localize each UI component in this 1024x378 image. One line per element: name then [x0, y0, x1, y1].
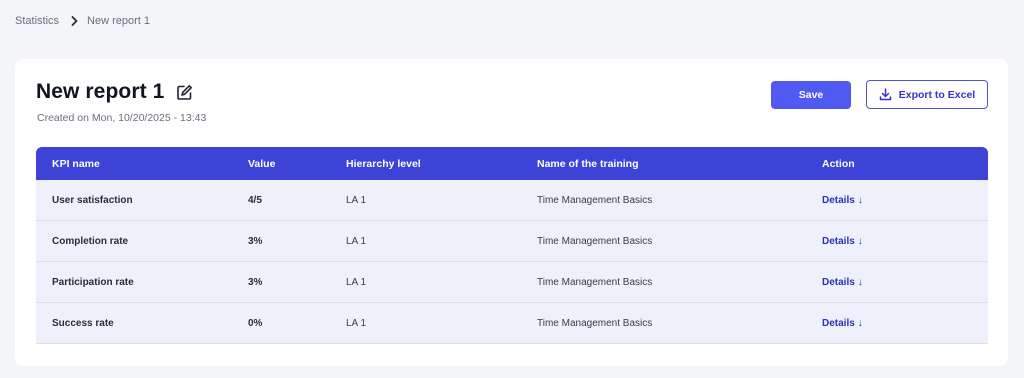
table-row: User satisfaction 4/5 LA 1 Time Manageme… — [36, 180, 988, 221]
pencil-square-icon — [177, 84, 192, 100]
table-row: Success rate 0% LA 1 Time Management Bas… — [36, 303, 988, 344]
hierarchy-level-cell: LA 1 — [346, 317, 367, 329]
column-header-action: Action — [822, 157, 855, 170]
column-header-value: Value — [248, 157, 276, 170]
value-cell: 0% — [248, 317, 263, 329]
table-row: Participation rate 3% LA 1 Time Manageme… — [36, 262, 988, 303]
details-link[interactable]: Details ↓ — [822, 236, 863, 247]
save-button[interactable]: Save — [771, 81, 851, 109]
details-label: Details — [822, 276, 855, 288]
kpi-table: KPI name Value Hierarchy level Name of t… — [36, 147, 988, 344]
table-header: KPI name Value Hierarchy level Name of t… — [36, 147, 988, 180]
training-name-cell: Time Management Basics — [537, 194, 653, 206]
kpi-name-cell: User satisfaction — [52, 194, 133, 206]
page-title: New report 1 — [36, 80, 165, 103]
details-link[interactable]: Details ↓ — [822, 195, 863, 206]
training-name-cell: Time Management Basics — [537, 317, 653, 329]
report-card: New report 1 Created on Mon, 10/20/2025 … — [15, 59, 1008, 366]
download-icon — [879, 88, 892, 101]
training-name-cell: Time Management Basics — [537, 276, 653, 288]
details-label: Details — [822, 235, 855, 247]
column-header-training-name: Name of the training — [537, 157, 639, 170]
arrow-down-icon: ↓ — [857, 317, 863, 329]
created-timestamp: Created on Mon, 10/20/2025 - 13:43 — [37, 112, 207, 124]
details-label: Details — [822, 317, 855, 329]
breadcrumb: Statistics New report 1 — [15, 15, 150, 27]
details-label: Details — [822, 194, 855, 206]
arrow-down-icon: ↓ — [857, 235, 863, 247]
training-name-cell: Time Management Basics — [537, 235, 653, 247]
edit-title-button[interactable] — [175, 83, 193, 101]
details-link[interactable]: Details ↓ — [822, 277, 863, 288]
action-cell: Details ↓ — [822, 277, 988, 288]
hierarchy-level-cell: LA 1 — [346, 194, 367, 206]
breadcrumb-current: New report 1 — [87, 15, 150, 27]
export-to-excel-button[interactable]: Export to Excel — [866, 80, 988, 109]
column-header-hierarchy-level: Hierarchy level — [346, 157, 421, 170]
action-cell: Details ↓ — [822, 195, 988, 206]
table-row: Completion rate 3% LA 1 Time Management … — [36, 221, 988, 262]
export-button-label: Export to Excel — [898, 88, 976, 101]
kpi-name-cell: Success rate — [52, 317, 114, 329]
hierarchy-level-cell: LA 1 — [346, 276, 367, 288]
details-link[interactable]: Details ↓ — [822, 318, 863, 329]
value-cell: 4/5 — [248, 194, 262, 206]
action-cell: Details ↓ — [822, 236, 988, 247]
kpi-name-cell: Participation rate — [52, 276, 134, 288]
title-row: New report 1 — [36, 80, 193, 104]
value-cell: 3% — [248, 235, 263, 247]
chevron-right-icon — [71, 16, 78, 26]
breadcrumb-link-statistics[interactable]: Statistics — [15, 15, 59, 27]
arrow-down-icon: ↓ — [857, 276, 863, 288]
column-header-kpi-name: KPI name — [52, 157, 100, 170]
value-cell: 3% — [248, 276, 263, 288]
arrow-down-icon: ↓ — [857, 194, 863, 206]
kpi-name-cell: Completion rate — [52, 235, 129, 247]
action-cell: Details ↓ — [822, 318, 988, 329]
hierarchy-level-cell: LA 1 — [346, 235, 367, 247]
